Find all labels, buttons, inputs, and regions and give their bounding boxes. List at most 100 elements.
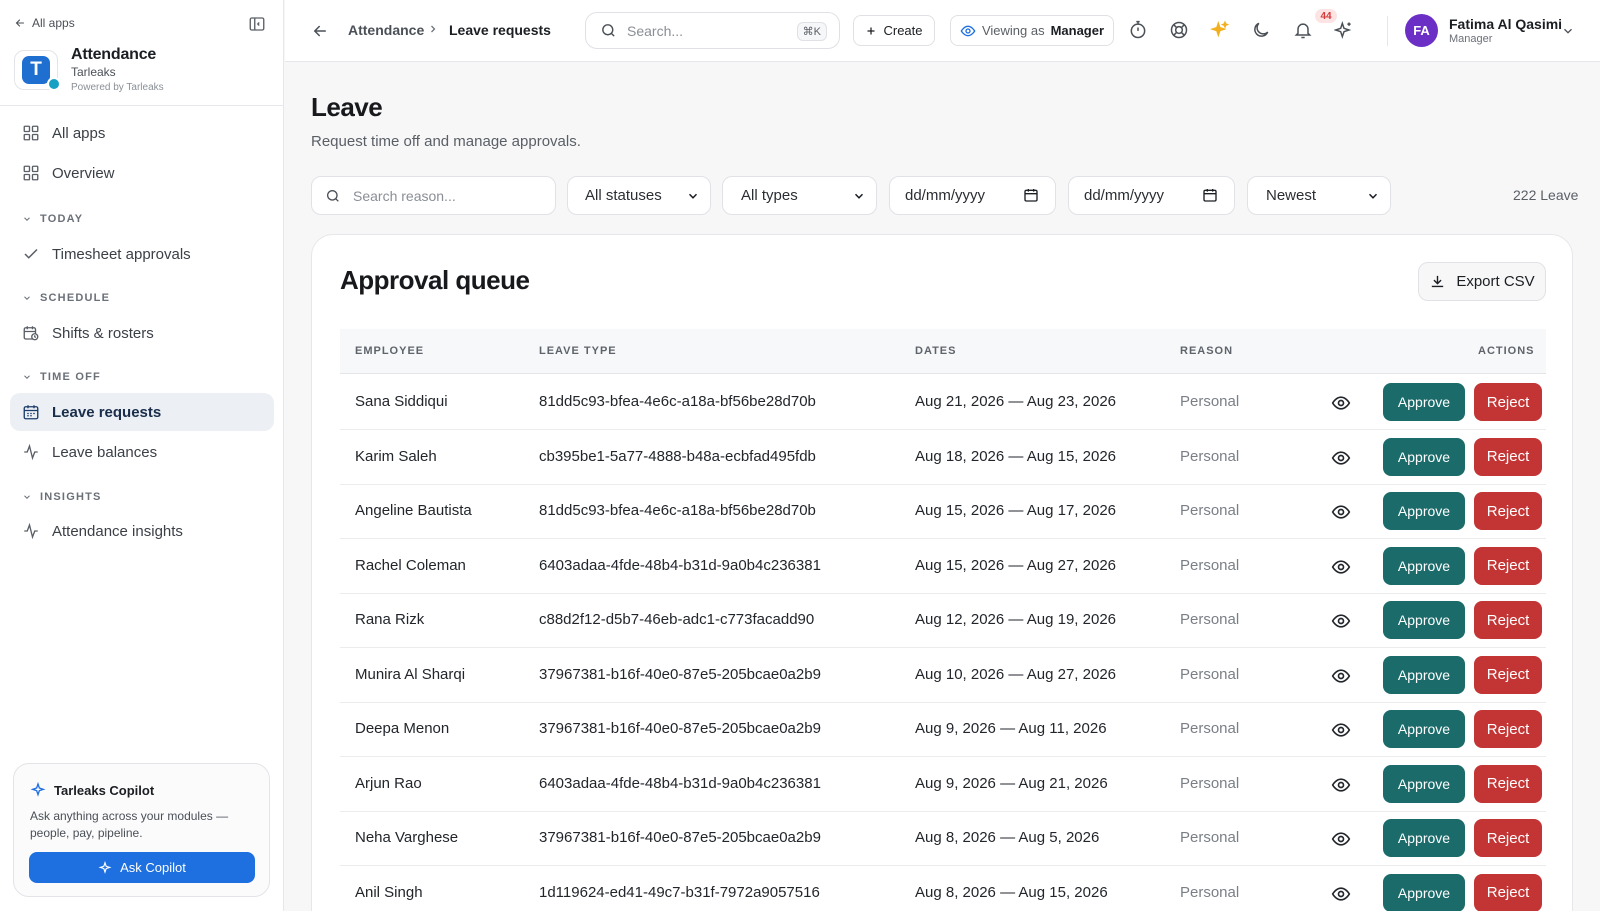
approve-button[interactable]: Approve [1383,764,1465,803]
view-eye-icon[interactable] [1331,666,1351,686]
bell-icon[interactable] [1293,20,1315,42]
sidebar-item-timesheet-approvals[interactable]: Timesheet approvals [10,235,274,273]
reject-button[interactable]: Reject [1474,710,1542,748]
cell-leave-type: 37967381-b16f-40e0-87e5-205bcae0a2b9 [539,829,821,846]
reason-search-input[interactable]: Search reason... [311,176,556,215]
table-row: Karim Saleh cb395be1-5a77-4888-b48a-ecbfa… [340,430,1546,485]
moon-icon[interactable] [1251,20,1273,42]
export-csv-button[interactable]: Export CSV [1418,262,1546,301]
create-button[interactable]: Create [853,15,935,46]
download-icon [1432,275,1444,288]
back-arrow-icon[interactable] [311,22,329,40]
cell-reason: Personal [1180,556,1240,574]
sidebar-item-leave-requests[interactable]: Leave requests [10,393,274,431]
calendar-icon [23,405,39,420]
section-label: INSIGHTS [40,491,102,503]
sidebar-item-label: Leave balances [52,443,158,461]
sparkles-icon[interactable] [1210,20,1232,42]
approve-button[interactable]: Approve [1383,383,1465,421]
cell-reason: Personal [1180,774,1240,792]
copilot-title: Tarleaks Copilot [30,782,154,798]
timer-icon[interactable] [1128,20,1150,42]
reject-button[interactable]: Reject [1474,383,1542,421]
breadcrumb-attendance[interactable]: Attendance [348,22,424,38]
ask-copilot-button[interactable]: Ask Copilot [29,852,255,883]
sort-select[interactable]: Newest [1247,176,1391,215]
chevron-down-icon [24,375,30,379]
view-eye-icon[interactable] [1331,611,1351,631]
reject-button[interactable]: Reject [1474,655,1542,694]
section-insights[interactable]: INSIGHTS [22,491,102,503]
status-select[interactable]: All statuses [567,176,711,215]
view-eye-icon[interactable] [1331,557,1351,577]
ai-sparkle-icon[interactable] [1334,20,1356,42]
cell-dates: Aug 21, 2026 — Aug 23, 2026 [915,393,1116,410]
view-eye-icon[interactable] [1331,829,1351,849]
sidebar-item-leave-balances[interactable]: Leave balances [10,433,274,471]
sidebar-item-shifts-rosters[interactable]: Shifts & rosters [10,314,274,352]
sidebar-header: All apps T Attendance Tarleaks Powered b… [0,0,283,106]
chevron-down-icon [24,296,30,300]
reject-button[interactable]: Reject [1474,437,1542,476]
approve-button[interactable]: Approve [1383,437,1465,476]
copilot-description: Ask anything across your modules — peopl… [30,809,229,840]
cell-leave-type: 81dd5c93-bfea-4e6c-a18a-bf56be28d70b [539,393,816,410]
search-placeholder: Search... [627,22,684,39]
view-eye-icon[interactable] [1331,884,1351,904]
table-row: Rana Rizk c88d2f12-d5b7-46eb-adc1-c773fac… [340,593,1546,648]
chevron-down-icon [1368,193,1378,199]
date-to-input[interactable]: dd/mm/yyyy [1068,176,1235,215]
sparkle-icon [98,860,112,874]
all-apps-back-link[interactable]: All apps [14,16,75,30]
section-time-off[interactable]: TIME OFF [22,371,101,383]
sidebar-item-label: Shifts & rosters [52,324,154,342]
cell-employee: Anil Singh [355,883,423,901]
reject-button[interactable]: Reject [1474,764,1542,803]
section-schedule[interactable]: SCHEDULE [22,292,110,304]
topbar: Attendance Leave requests Search... ⌘K C… [285,0,1600,62]
view-eye-icon[interactable] [1331,502,1351,522]
lifebuoy-icon[interactable] [1169,20,1191,42]
approve-button[interactable]: Approve [1383,655,1465,694]
view-eye-icon[interactable] [1331,775,1351,795]
cell-employee: Deepa Menon [355,720,450,737]
approve-button[interactable]: Approve [1383,546,1465,585]
sidebar-item-all-apps[interactable]: All apps [10,114,274,152]
view-eye-icon[interactable] [1331,720,1351,740]
user-name[interactable]: Fatima Al Qasimi [1449,16,1562,32]
reject-button[interactable]: Reject [1474,492,1542,530]
sidebar-item-label: Attendance insights [52,522,183,540]
sidebar-collapse-icon[interactable] [248,15,266,33]
cell-leave-type: 37967381-b16f-40e0-87e5-205bcae0a2b9 [539,665,821,683]
cell-dates: Aug 9, 2026 — Aug 21, 2026 [915,774,1108,792]
view-eye-icon[interactable] [1331,448,1351,468]
calendar-icon[interactable] [1023,187,1039,203]
reject-button[interactable]: Reject [1474,546,1542,585]
approve-button[interactable]: Approve [1383,819,1465,857]
approve-button[interactable]: Approve [1383,492,1465,530]
cell-dates: Aug 12, 2026 — Aug 19, 2026 [915,611,1116,628]
approve-button[interactable]: Approve [1383,873,1465,911]
approve-button[interactable]: Approve [1383,601,1465,639]
avatar[interactable]: FA [1405,14,1438,47]
view-eye-icon[interactable] [1331,393,1351,413]
date-from-input[interactable]: dd/mm/yyyy [889,176,1056,215]
viewing-as-button[interactable]: Viewing as Manager [950,15,1114,46]
cell-dates: Aug 8, 2026 — Aug 15, 2026 [915,883,1108,901]
cell-dates: Aug 10, 2026 — Aug 27, 2026 [915,665,1116,683]
global-search-input[interactable]: Search... ⌘K [585,12,840,49]
sidebar-item-overview[interactable]: Overview [10,154,274,192]
reject-button[interactable]: Reject [1474,601,1542,639]
approve-button[interactable]: Approve [1383,710,1465,748]
chevron-down-icon [24,495,30,499]
reject-button[interactable]: Reject [1474,873,1542,911]
chevron-down-icon[interactable] [1561,24,1575,38]
type-select[interactable]: All types [722,176,877,215]
topbar-divider [1387,16,1388,46]
calendar-icon[interactable] [1202,187,1218,203]
cell-employee: Rana Rizk [355,611,425,628]
sidebar-item-attendance-insights[interactable]: Attendance insights [10,512,274,550]
reject-button[interactable]: Reject [1474,819,1542,857]
section-today[interactable]: TODAY [22,213,83,225]
section-label: TODAY [40,213,84,225]
